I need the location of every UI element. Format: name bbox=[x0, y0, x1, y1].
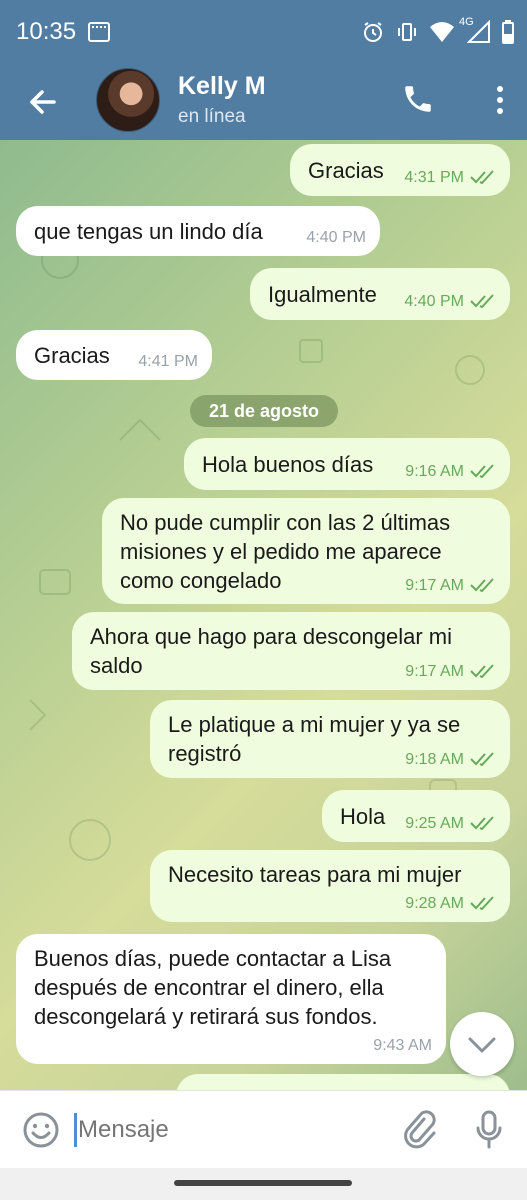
message-text: No pude cumplir con las 2 últimas mision… bbox=[120, 508, 450, 595]
message-text-line: misiones y el pedido me aparece bbox=[120, 539, 442, 565]
message-bubble-outgoing[interactable]: Ahora que hago para descongelar mi saldo… bbox=[72, 612, 510, 690]
message-text: Hola buenos días bbox=[202, 452, 374, 477]
contact-status: en línea bbox=[178, 106, 246, 127]
double-check-icon bbox=[470, 816, 494, 831]
message-bubble-outgoing[interactable]: Hola 9:25 AM bbox=[322, 790, 510, 842]
message-text: Gracias bbox=[308, 158, 384, 183]
message-time: 9:25 AM bbox=[405, 814, 464, 832]
message-bubble-outgoing[interactable]: No pude cumplir con las 2 últimas mision… bbox=[102, 498, 510, 604]
message-bubble-outgoing-partial[interactable] bbox=[176, 1074, 510, 1090]
message-bubble-outgoing[interactable]: Le platique a mi mujer y ya se registró … bbox=[150, 700, 510, 778]
gesture-bar bbox=[0, 1168, 527, 1200]
phone-icon[interactable] bbox=[401, 82, 435, 116]
avatar[interactable] bbox=[96, 68, 160, 132]
back-arrow-icon[interactable] bbox=[24, 84, 60, 120]
double-check-icon bbox=[470, 464, 494, 479]
emoji-icon[interactable] bbox=[22, 1111, 60, 1149]
double-check-icon bbox=[470, 664, 494, 679]
double-check-icon bbox=[470, 578, 494, 593]
date-separator: 21 de agosto bbox=[190, 395, 338, 427]
message-time: 4:31 PM bbox=[404, 168, 464, 186]
message-text: Gracias bbox=[34, 343, 110, 368]
microphone-icon[interactable] bbox=[474, 1109, 504, 1149]
message-text: Buenos días, puede contactar a Lisa desp… bbox=[34, 944, 391, 1031]
message-time: 9:17 AM bbox=[405, 576, 464, 594]
message-time: 9:43 AM bbox=[373, 1036, 432, 1054]
message-bubble-outgoing[interactable]: Igualmente 4:40 PM bbox=[250, 268, 510, 320]
wifi-icon bbox=[430, 22, 454, 42]
status-time: 10:35 bbox=[16, 18, 77, 45]
message-time: 4:40 PM bbox=[306, 228, 366, 246]
message-text: Necesito tareas para mi mujer bbox=[168, 862, 462, 887]
message-bubble-incoming[interactable]: que tengas un lindo día 4:40 PM bbox=[16, 206, 380, 256]
message-input[interactable] bbox=[78, 1113, 378, 1147]
message-text: Igualmente bbox=[268, 282, 377, 307]
message-text-line: registró bbox=[168, 741, 242, 767]
vibrate-icon bbox=[398, 23, 416, 41]
message-text: Ahora que hago para descongelar mi saldo bbox=[90, 622, 452, 680]
cell-signal-icon: 4G bbox=[459, 16, 491, 44]
alarm-icon bbox=[364, 22, 382, 42]
message-bubble-incoming[interactable]: Gracias 4:41 PM bbox=[16, 330, 212, 380]
message-text-line: Buenos días, puede contactar a Lisa bbox=[34, 946, 392, 971]
home-handle[interactable] bbox=[174, 1180, 352, 1186]
message-time: 4:41 PM bbox=[138, 352, 198, 370]
message-text: Hola bbox=[340, 804, 386, 829]
more-options-icon[interactable] bbox=[495, 84, 505, 116]
message-text-line: después de encontrar el dinero, ella bbox=[34, 975, 384, 1001]
message-bubble-outgoing[interactable]: Hola buenos días 9:16 AM bbox=[184, 438, 510, 490]
double-check-icon bbox=[470, 752, 494, 767]
message-text-line: Le platique a mi mujer y ya se bbox=[168, 712, 461, 737]
message-time: 9:18 AM bbox=[405, 750, 464, 768]
message-time: 9:16 AM bbox=[405, 462, 464, 480]
message-text-line: Ahora que hago para descongelar mi bbox=[90, 624, 453, 649]
message-bubble-outgoing[interactable]: Gracias 4:31 PM bbox=[290, 144, 510, 196]
double-check-icon bbox=[470, 896, 494, 911]
scroll-to-bottom-button[interactable] bbox=[450, 1012, 514, 1076]
chevron-down-icon bbox=[468, 1037, 496, 1053]
app-notification-icon bbox=[88, 22, 110, 42]
message-text-line: No pude cumplir con las 2 últimas bbox=[120, 510, 451, 535]
battery-icon bbox=[502, 20, 514, 44]
message-text-line: descongelará y retirará sus fondos. bbox=[34, 1004, 378, 1030]
message-text-line: como congelado bbox=[120, 568, 282, 594]
chat-header: Kelly M en línea bbox=[0, 64, 527, 140]
message-time: 9:17 AM bbox=[405, 662, 464, 680]
text-cursor bbox=[74, 1113, 77, 1147]
double-check-icon bbox=[470, 170, 494, 185]
double-check-icon bbox=[470, 294, 494, 309]
message-bubble-outgoing[interactable]: Necesito tareas para mi mujer 9:28 AM bbox=[150, 850, 510, 922]
chat-area[interactable]: Gracias 4:31 PM que tengas un lindo día … bbox=[0, 140, 527, 1090]
message-text: que tengas un lindo día bbox=[34, 219, 263, 244]
message-text-line: saldo bbox=[90, 653, 143, 679]
message-time: 9:28 AM bbox=[405, 894, 464, 912]
message-input-bar bbox=[0, 1090, 527, 1168]
message-bubble-incoming[interactable]: Buenos días, puede contactar a Lisa desp… bbox=[16, 934, 446, 1064]
message-time: 4:40 PM bbox=[404, 292, 464, 310]
status-bar: 10:35 4G bbox=[0, 0, 527, 64]
attach-icon[interactable] bbox=[400, 1109, 436, 1149]
contact-name[interactable]: Kelly M bbox=[178, 72, 266, 101]
status-icons: 4G bbox=[361, 16, 515, 44]
